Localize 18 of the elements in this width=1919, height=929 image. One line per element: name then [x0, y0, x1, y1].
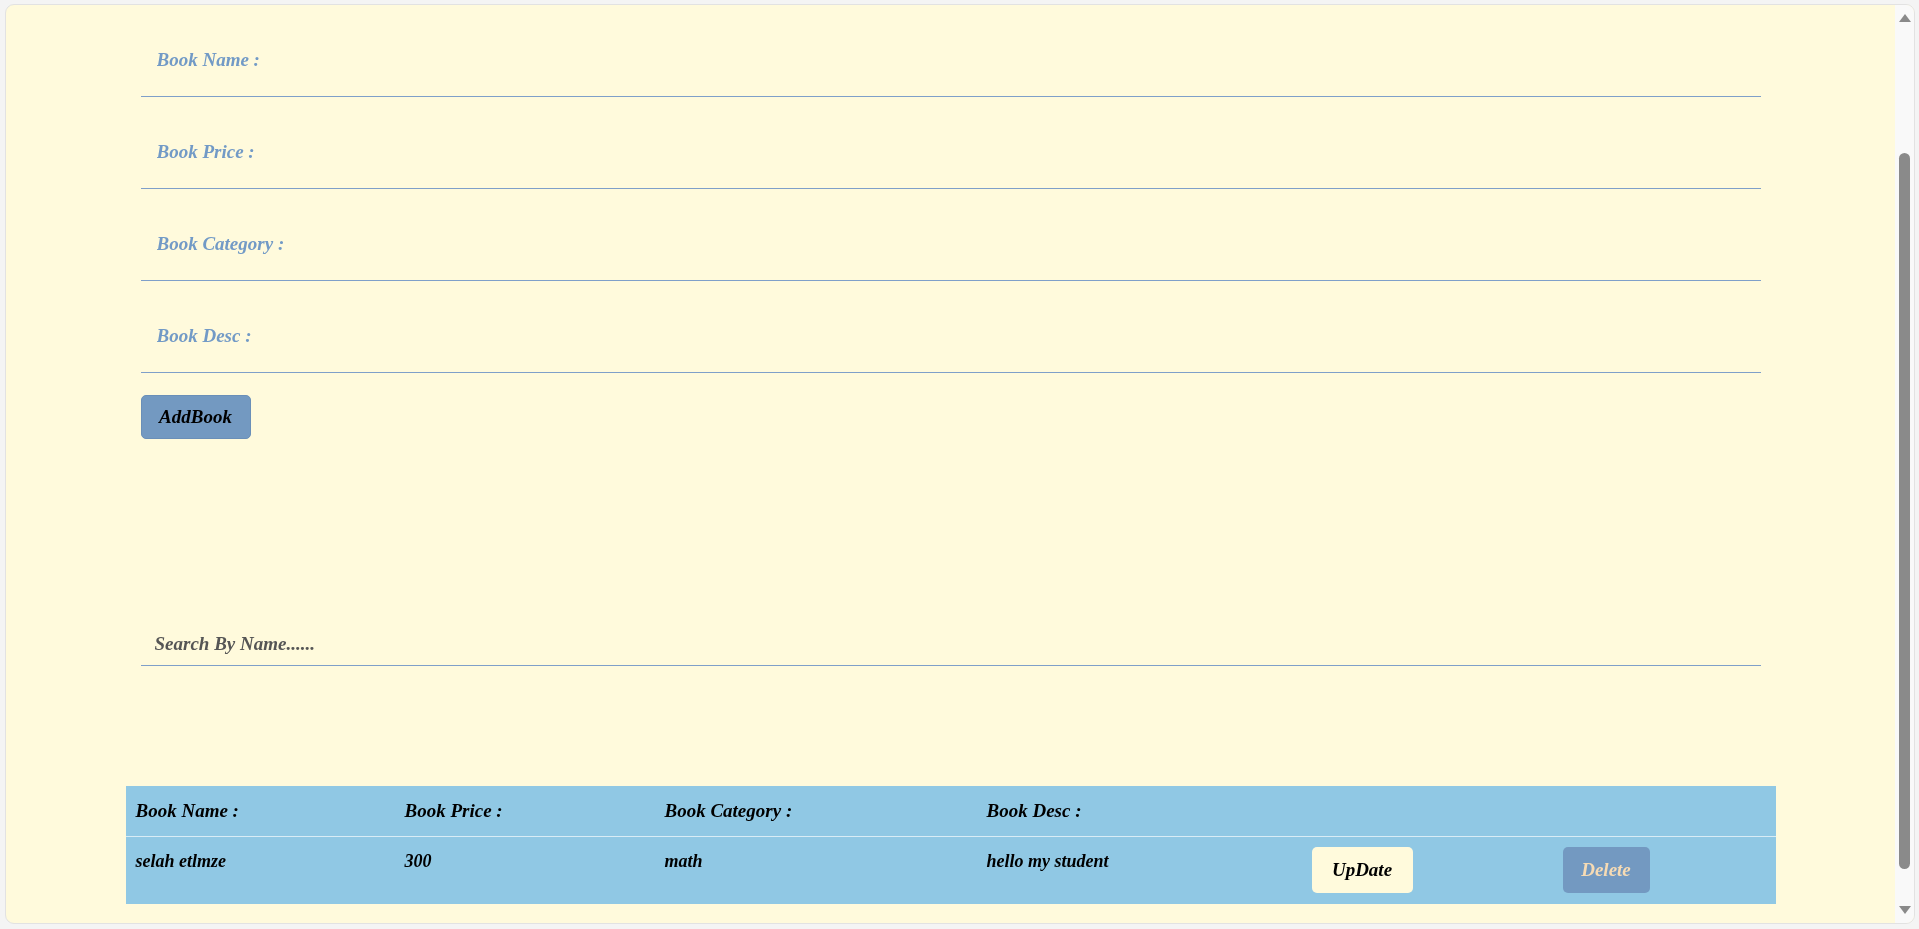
text-input-field[interactable]: Book Name :	[140, 5, 1761, 97]
table-cell-text: hello my student	[985, 851, 1109, 872]
table-cell-text: selah etlmze	[134, 851, 226, 872]
up-arrow-icon[interactable]	[1898, 14, 1911, 22]
update-button[interactable]: UpDate	[1311, 847, 1413, 893]
text-input-field[interactable]: Book Category :	[140, 189, 1761, 281]
add-book-button[interactable]: AddBook	[140, 395, 251, 439]
column-header: Book Price :	[403, 800, 503, 822]
text-input-field[interactable]: Book Price :	[140, 97, 1761, 189]
column-header: Book Name :	[134, 800, 239, 822]
column-header: Book Category :	[663, 800, 793, 822]
column-header: Book Desc :	[985, 800, 1082, 822]
table-cell-text: math	[663, 851, 703, 872]
table-cell-text: 300	[403, 851, 432, 872]
scrollbar-thumb[interactable]	[1899, 153, 1910, 869]
text-input-field[interactable]: Book Desc :	[140, 281, 1761, 373]
search-field[interactable]: Search By Name......	[140, 616, 1761, 666]
down-arrow-icon[interactable]	[1898, 906, 1911, 914]
